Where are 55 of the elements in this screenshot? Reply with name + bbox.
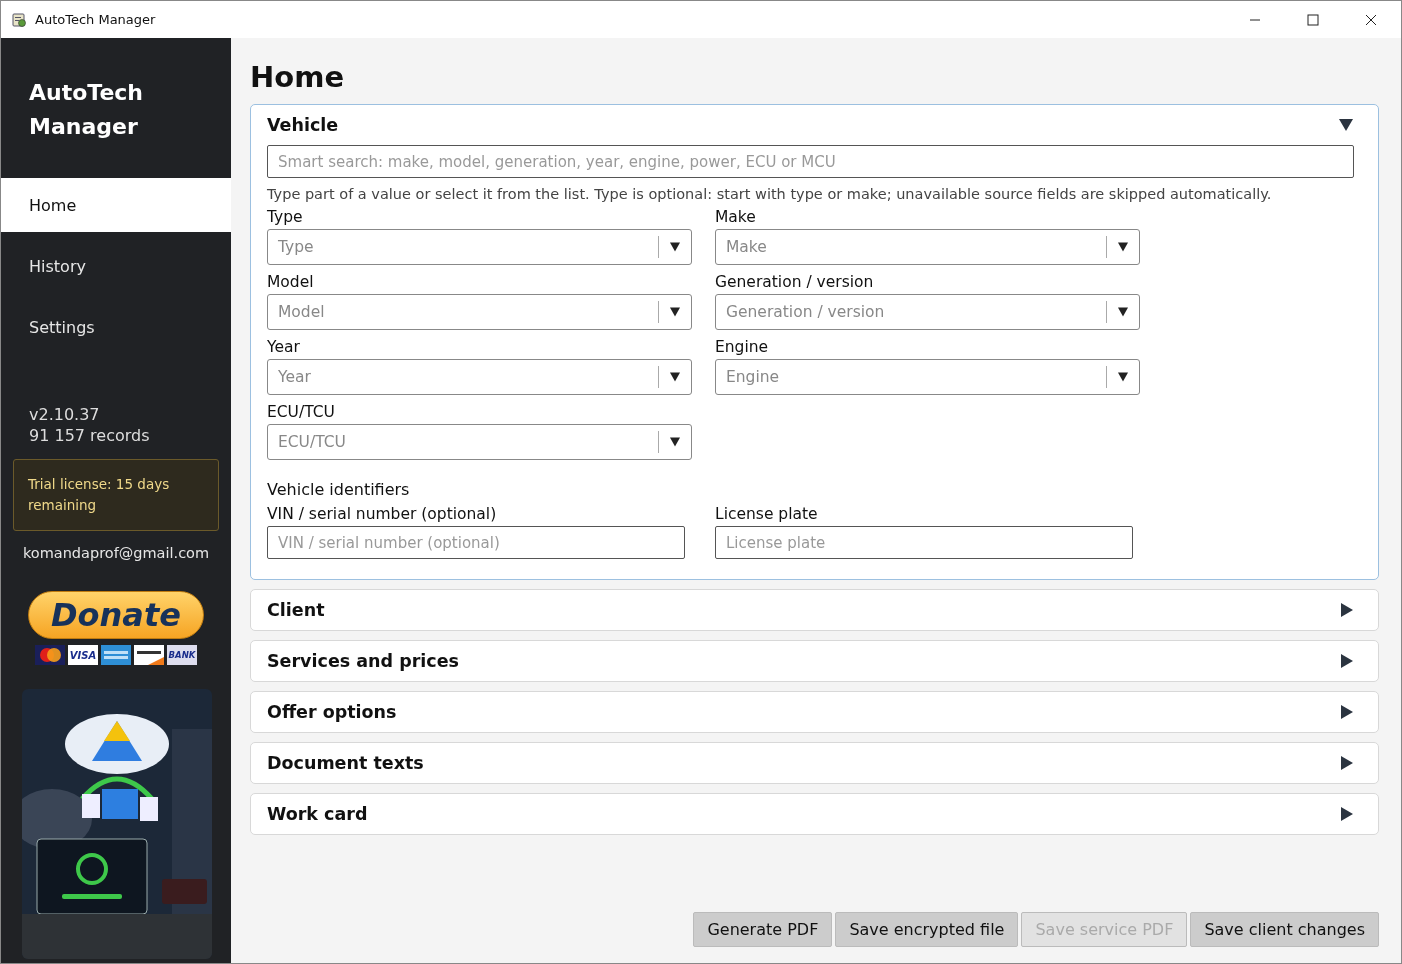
hint-text: Type part of a value or select it from the list. Type is optional: start with type or make; unavailable source fields are skipped automatically. xyxy=(267,186,1273,202)
section-title[interactable]: Vehicle xyxy=(267,115,339,135)
field-label: Type xyxy=(267,208,304,226)
field-label: License plate xyxy=(715,505,819,523)
expand-arrow-icon[interactable] xyxy=(1340,704,1354,720)
collapse-arrow-icon[interactable] xyxy=(1338,118,1354,132)
action-button[interactable]: Save encrypted file xyxy=(835,912,1019,947)
records-count: 91 157 records xyxy=(28,425,151,445)
version-text: v2.10.37 xyxy=(28,405,101,424)
mastercard-icon xyxy=(35,645,65,665)
email-text: komandaprof@gmail.com xyxy=(21,545,211,561)
field-label: Generation / version xyxy=(715,273,875,291)
field-label: Engine xyxy=(715,338,770,356)
field-label: Make xyxy=(715,208,757,226)
subsection-title: Vehicle identifiers xyxy=(267,480,411,499)
expand-arrow-icon[interactable] xyxy=(1340,653,1354,669)
dropdown-field[interactable]: Generation / version xyxy=(715,294,1140,330)
window-title: AutoTech Manager xyxy=(35,12,156,27)
discover-icon xyxy=(134,645,164,665)
dropdown-field[interactable]: Engine xyxy=(715,359,1140,395)
section-title[interactable]: Offer options xyxy=(267,702,397,722)
section-title[interactable]: Work card xyxy=(267,804,368,824)
page-title: Home xyxy=(250,60,346,94)
license-notice: Trial license: 15 days remaining xyxy=(13,459,219,531)
action-button[interactable]: Save client changes xyxy=(1190,912,1379,947)
smart-search-field[interactable]: Smart search: make, model, generation, year, engine, power, ECU or MCU xyxy=(267,145,1354,178)
maximize-icon[interactable] xyxy=(1307,13,1319,26)
close-icon[interactable] xyxy=(1365,13,1377,26)
section-title[interactable]: Client xyxy=(267,600,325,620)
section-title[interactable]: Services and prices xyxy=(267,651,459,671)
sidebar-item[interactable]: History xyxy=(1,239,231,293)
field-label: VIN / serial number (optional) xyxy=(267,505,498,523)
field-label: Year xyxy=(267,338,301,356)
section-title[interactable]: Document texts xyxy=(267,753,424,773)
expand-arrow-icon[interactable] xyxy=(1340,806,1354,822)
dropdown-field[interactable]: Make xyxy=(715,229,1140,265)
field-label: ECU/TCU xyxy=(267,403,336,421)
app-icon xyxy=(11,11,27,28)
dropdown-field[interactable]: Model xyxy=(267,294,692,330)
expand-arrow-icon[interactable] xyxy=(1340,602,1354,618)
dropdown-field[interactable]: Year xyxy=(267,359,692,395)
dropdown-field[interactable]: Type xyxy=(267,229,692,265)
bank-logo: BANK xyxy=(167,645,197,665)
app-name: AutoTech Manager xyxy=(28,79,145,141)
sidebar-item[interactable]: Settings xyxy=(1,300,231,354)
field-label: Model xyxy=(267,273,315,291)
donate-button[interactable]: Donate xyxy=(28,591,204,639)
amex-icon xyxy=(101,645,131,665)
expand-arrow-icon[interactable] xyxy=(1340,755,1354,771)
visa-logo: VISA xyxy=(68,645,98,665)
dropdown-field[interactable]: ECU/TCU xyxy=(267,424,692,460)
action-button[interactable]: Generate PDF xyxy=(693,912,833,947)
sidebar-item[interactable]: Home xyxy=(1,178,231,232)
text-field[interactable]: License plate xyxy=(715,526,1133,559)
text-field[interactable]: VIN / serial number (optional) xyxy=(267,526,685,559)
